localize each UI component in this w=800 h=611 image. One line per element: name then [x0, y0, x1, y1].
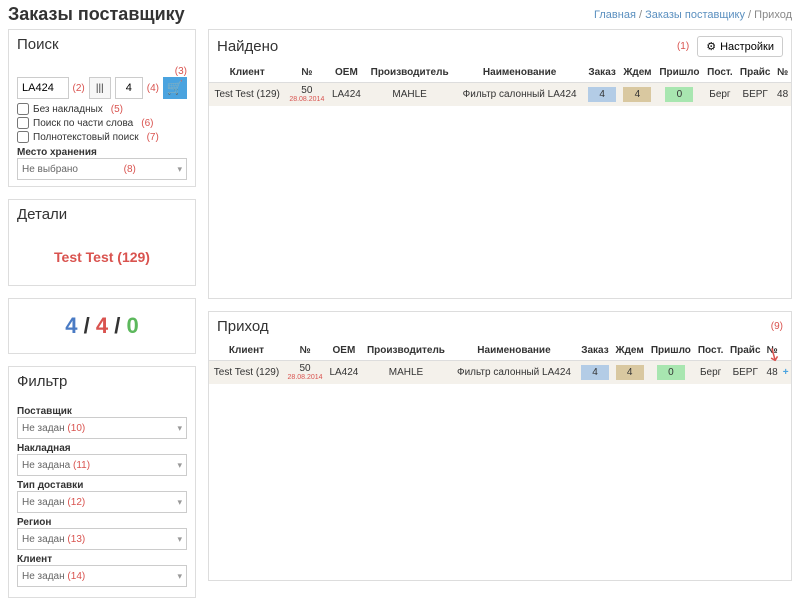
wait-cell[interactable]: 4 [623, 87, 651, 102]
supplier-select[interactable]: Не задан (10) [17, 417, 187, 439]
storage-select[interactable]: Не выбрано (8) [17, 158, 187, 180]
counts-panel: 4 / 4 / 0 [8, 298, 196, 354]
storage-value: Не выбрано [22, 164, 78, 175]
count-order: 4 [65, 313, 77, 338]
found-table: Клиент № ОЕМ Производитель Наименование … [209, 63, 791, 106]
breadcrumb: Главная / Заказы поставщику / Приход [594, 9, 792, 21]
label-no-invoices: Без накладных [33, 104, 103, 115]
incoming-table: Клиент № ОЕМ Производитель Наименование … [209, 341, 791, 384]
add-icon[interactable]: + [783, 367, 789, 378]
annotation-8: (8) [124, 164, 136, 175]
annotation-10: (10) [67, 423, 85, 434]
col-manuf: Производитель [365, 63, 455, 83]
incoming-title: Приход [217, 318, 269, 335]
quantity-input[interactable] [115, 77, 143, 99]
order-cell[interactable]: 4 [588, 87, 616, 102]
label-partial: Поиск по части слова [33, 118, 133, 129]
counts-row: 4 / 4 / 0 [9, 299, 195, 353]
count-wait: 4 [96, 313, 108, 338]
settings-button[interactable]: ⚙ Настройки [697, 36, 783, 57]
arrived-cell[interactable]: 0 [665, 87, 693, 102]
col-num: № [285, 63, 328, 83]
incoming-panel: Приход (9) ↘ Клиент № ОЕМ Производитель … [208, 311, 792, 581]
col-oem: ОЕМ [328, 63, 364, 83]
table-row[interactable]: Test Test (129) 5028.08.2014 LA424 MAHLE… [209, 361, 791, 385]
col-order: Заказ [585, 63, 620, 83]
breadcrumb-orders[interactable]: Заказы поставщику [645, 9, 745, 21]
count-arrived: 0 [126, 313, 138, 338]
header: Заказы поставщику Главная / Заказы поста… [0, 0, 800, 29]
annotation-13: (13) [67, 534, 85, 545]
annotation-9: (9) [771, 321, 783, 332]
storage-label: Место хранения [17, 147, 187, 158]
barcode-button[interactable]: ||| [89, 77, 111, 99]
annotation-3: (3) [175, 66, 187, 77]
checkbox-no-invoices[interactable] [17, 103, 29, 115]
settings-label: Настройки [720, 41, 774, 53]
delivery-label: Тип доставки [17, 480, 187, 491]
details-title: Детали [9, 200, 195, 229]
col-price: Прайс [736, 63, 774, 83]
col-client: Клиент [209, 63, 285, 83]
details-panel: Детали Test Test (129) [8, 199, 196, 286]
col-n2: № [774, 63, 791, 83]
col-arrived: Пришло [655, 63, 704, 83]
client-label: Клиент [17, 554, 187, 565]
annotation-1: (1) [677, 41, 689, 52]
search-input[interactable] [17, 77, 69, 99]
col-wait: Ждем [620, 63, 655, 83]
delivery-select[interactable]: Не задан (12) [17, 491, 187, 513]
region-select[interactable]: Не задан (13) [17, 528, 187, 550]
invoice-select[interactable]: Не задана (11) [17, 454, 187, 476]
search-panel: Поиск (3) (2) ||| (4) 🛒 [8, 29, 196, 187]
gear-icon: ⚙ [706, 40, 716, 53]
annotation-4: (4) [147, 83, 159, 94]
label-fulltext: Полнотекстовый поиск [33, 132, 139, 143]
annotation-6: (6) [141, 118, 153, 129]
found-panel: Найдено (1) ⚙ Настройки Клиент № [208, 29, 792, 299]
annotation-5: (5) [111, 104, 123, 115]
annotation-2: (2) [73, 83, 85, 94]
supplier-label: Поставщик [17, 406, 187, 417]
found-title: Найдено [217, 38, 278, 55]
annotation-12: (12) [67, 497, 85, 508]
filter-title: Фильтр [9, 367, 195, 396]
col-name: Наименование [455, 63, 585, 83]
annotation-14: (14) [67, 571, 85, 582]
cart-button[interactable]: 🛒 [163, 77, 187, 99]
cart-icon: 🛒 [167, 80, 184, 96]
client-select[interactable]: Не задан (14) [17, 565, 187, 587]
breadcrumb-home[interactable]: Главная [594, 9, 636, 21]
breadcrumb-current: Приход [754, 9, 792, 21]
filter-panel: Фильтр Поставщик Не задан (10) Накладная… [8, 366, 196, 598]
annotation-11: (11) [73, 460, 90, 471]
details-client: Test Test (129) [9, 229, 195, 285]
invoice-label: Накладная [17, 443, 187, 454]
page-title: Заказы поставщику [8, 4, 185, 25]
search-title: Поиск [9, 30, 195, 59]
table-row[interactable]: Test Test (129) 5028.08.2014 LA424 MAHLE… [209, 83, 791, 107]
checkbox-fulltext[interactable] [17, 131, 29, 143]
col-supp: Пост. [704, 63, 736, 83]
region-label: Регион [17, 517, 187, 528]
annotation-7: (7) [147, 132, 159, 143]
checkbox-partial[interactable] [17, 117, 29, 129]
barcode-icon: ||| [96, 83, 104, 94]
